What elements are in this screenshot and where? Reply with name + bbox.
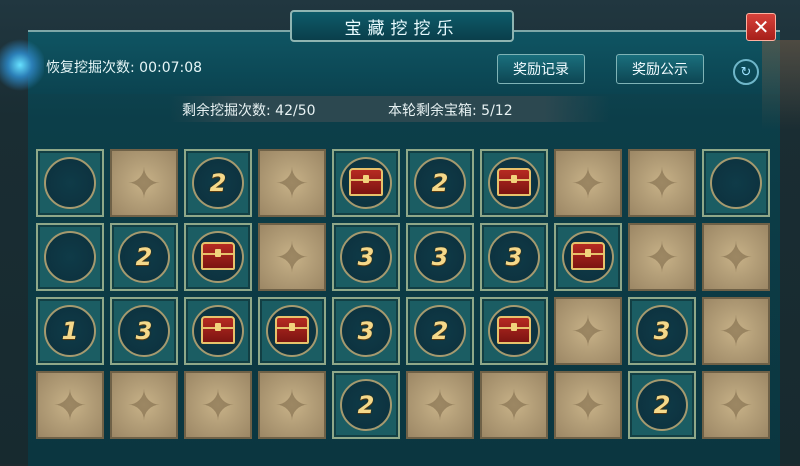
- dug-tile[interactable]: 2: [628, 371, 696, 439]
- covered-tile[interactable]: [702, 371, 770, 439]
- crystal-ornament-icon: [0, 20, 44, 120]
- dug-tile[interactable]: 2: [332, 371, 400, 439]
- dug-tile[interactable]: [702, 149, 770, 217]
- remaining-chests-value: 5/12: [481, 103, 513, 119]
- dug-tile[interactable]: 3: [332, 297, 400, 365]
- close-icon: ✕: [752, 15, 770, 39]
- tile-disc: [44, 231, 96, 283]
- reward-public-label: 奖励公示: [632, 62, 688, 78]
- tile-number: 2: [431, 317, 449, 345]
- wing-ornament-icon: [762, 40, 800, 130]
- dug-tile[interactable]: 2: [110, 223, 178, 291]
- covered-tile[interactable]: [554, 371, 622, 439]
- covered-tile[interactable]: [702, 223, 770, 291]
- covered-tile[interactable]: [110, 149, 178, 217]
- dug-tile[interactable]: [258, 297, 326, 365]
- covered-tile[interactable]: [628, 149, 696, 217]
- dug-tile[interactable]: [480, 149, 548, 217]
- treasure-chest-icon: [497, 168, 531, 196]
- remaining-chests: 本轮剩余宝箱: 5/12: [388, 100, 513, 120]
- covered-tile[interactable]: [258, 149, 326, 217]
- tile-number: 2: [357, 391, 375, 419]
- dug-tile[interactable]: [36, 223, 104, 291]
- tile-number: 2: [653, 391, 671, 419]
- recover-label: 恢复挖掘次数:: [46, 60, 135, 76]
- refresh-icon: ↻: [740, 64, 752, 80]
- dug-tile[interactable]: 2: [184, 149, 252, 217]
- covered-tile[interactable]: [702, 297, 770, 365]
- dug-tile[interactable]: [554, 223, 622, 291]
- remaining-digs: 剩余挖掘次数: 42/50: [182, 100, 316, 120]
- dug-tile[interactable]: 3: [628, 297, 696, 365]
- dug-tile[interactable]: [480, 297, 548, 365]
- stats-bar: 剩余挖掘次数: 42/50 本轮剩余宝箱: 5/12: [170, 96, 610, 122]
- remaining-digs-label: 剩余挖掘次数:: [182, 103, 271, 119]
- tile-number: 3: [135, 317, 153, 345]
- covered-tile[interactable]: [258, 223, 326, 291]
- dug-tile[interactable]: 1: [36, 297, 104, 365]
- remaining-chests-label: 本轮剩余宝箱:: [388, 103, 477, 119]
- dug-tile[interactable]: 3: [332, 223, 400, 291]
- treasure-chest-icon: [275, 316, 309, 344]
- dug-tile[interactable]: 2: [406, 149, 474, 217]
- tile-number: 2: [431, 169, 449, 197]
- tile-number: 1: [61, 317, 79, 345]
- tile-number: 3: [357, 317, 375, 345]
- recover-time: 00:07:08: [139, 60, 203, 76]
- treasure-chest-icon: [349, 168, 383, 196]
- treasure-chest-icon: [497, 316, 531, 344]
- reward-record-label: 奖励记录: [513, 62, 569, 78]
- help-button[interactable]: ↻: [733, 59, 759, 85]
- covered-tile[interactable]: [554, 149, 622, 217]
- tile-number: 2: [135, 243, 153, 271]
- tile-number: 3: [653, 317, 671, 345]
- tile-number: 3: [431, 243, 449, 271]
- tile-disc: [710, 157, 762, 209]
- close-button[interactable]: ✕: [746, 13, 776, 41]
- tile-number: 3: [505, 243, 523, 271]
- recover-timer: 恢复挖掘次数: 00:07:08: [46, 57, 202, 77]
- covered-tile[interactable]: [554, 297, 622, 365]
- dug-tile[interactable]: [184, 223, 252, 291]
- treasure-chest-icon: [201, 316, 235, 344]
- window-title: 宝藏挖挖乐: [290, 10, 514, 42]
- treasure-chest-icon: [201, 242, 235, 270]
- covered-tile[interactable]: [36, 371, 104, 439]
- dug-tile[interactable]: [36, 149, 104, 217]
- dug-tile[interactable]: 2: [406, 297, 474, 365]
- covered-tile[interactable]: [406, 371, 474, 439]
- tile-number: 2: [209, 169, 227, 197]
- tile-number: 3: [357, 243, 375, 271]
- dug-tile[interactable]: [332, 149, 400, 217]
- dug-tile[interactable]: 3: [480, 223, 548, 291]
- tile-disc: [44, 157, 96, 209]
- reward-record-button[interactable]: 奖励记录: [497, 54, 585, 84]
- covered-tile[interactable]: [184, 371, 252, 439]
- dig-grid: 2 2 2 3 3 3 1 3 3 2 3 2 2: [36, 149, 770, 459]
- covered-tile[interactable]: [258, 371, 326, 439]
- dug-tile[interactable]: [184, 297, 252, 365]
- dug-tile[interactable]: 3: [406, 223, 474, 291]
- reward-public-button[interactable]: 奖励公示: [616, 54, 704, 84]
- covered-tile[interactable]: [480, 371, 548, 439]
- treasure-chest-icon: [571, 242, 605, 270]
- covered-tile[interactable]: [628, 223, 696, 291]
- dug-tile[interactable]: 3: [110, 297, 178, 365]
- covered-tile[interactable]: [110, 371, 178, 439]
- remaining-digs-value: 42/50: [275, 103, 316, 119]
- window-title-text: 宝藏挖挖乐: [344, 18, 460, 39]
